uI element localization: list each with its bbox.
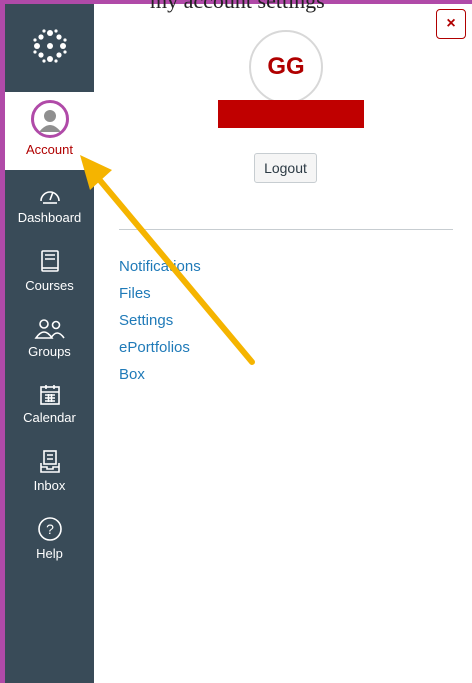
nav-item-help[interactable]: ? Help — [5, 512, 94, 578]
nav-item-label: Help — [36, 546, 63, 561]
nav-item-courses[interactable]: Courses — [5, 244, 94, 310]
account-links-list: Notifications Files Settings ePortfolios… — [119, 258, 201, 393]
nav-item-label: Account — [26, 142, 73, 157]
inbox-icon — [39, 444, 61, 474]
nav-item-label: Courses — [25, 278, 74, 293]
user-avatar[interactable]: GG — [249, 30, 323, 104]
link-files[interactable]: Files — [119, 285, 201, 312]
svg-text:?: ? — [46, 521, 54, 537]
link-eportfolios[interactable]: ePortfolios — [119, 339, 201, 366]
link-settings[interactable]: Settings — [119, 312, 201, 339]
nav-item-label: Groups — [28, 344, 71, 359]
link-notifications[interactable]: Notifications — [119, 258, 201, 285]
nav-item-label: Inbox — [33, 478, 66, 493]
avatar-initials: GG — [267, 53, 305, 80]
caption-text: my account settings — [150, 0, 325, 13]
dashboard-icon — [38, 176, 62, 206]
groups-icon — [34, 310, 66, 340]
user-name-redacted — [218, 100, 364, 128]
calendar-icon — [39, 376, 61, 406]
book-icon — [40, 244, 60, 274]
nav-item-account[interactable]: Account — [5, 92, 94, 170]
help-icon: ? — [37, 512, 63, 542]
divider — [119, 229, 453, 230]
global-navigation: Account Dashboard Courses Groups Calenda… — [5, 4, 94, 683]
nav-item-calendar[interactable]: Calendar — [5, 376, 94, 442]
nav-item-inbox[interactable]: Inbox — [5, 444, 94, 510]
nav-item-dashboard[interactable]: Dashboard — [5, 176, 94, 242]
nav-item-groups[interactable]: Groups — [5, 310, 94, 376]
avatar-icon — [30, 100, 69, 138]
link-box[interactable]: Box — [119, 366, 201, 393]
nav-item-label: Dashboard — [17, 210, 82, 225]
close-button[interactable]: × — [436, 9, 466, 39]
canvas-logo-icon[interactable] — [5, 4, 94, 88]
nav-item-label: Calendar — [23, 410, 76, 425]
logout-button[interactable]: Logout — [254, 153, 317, 183]
